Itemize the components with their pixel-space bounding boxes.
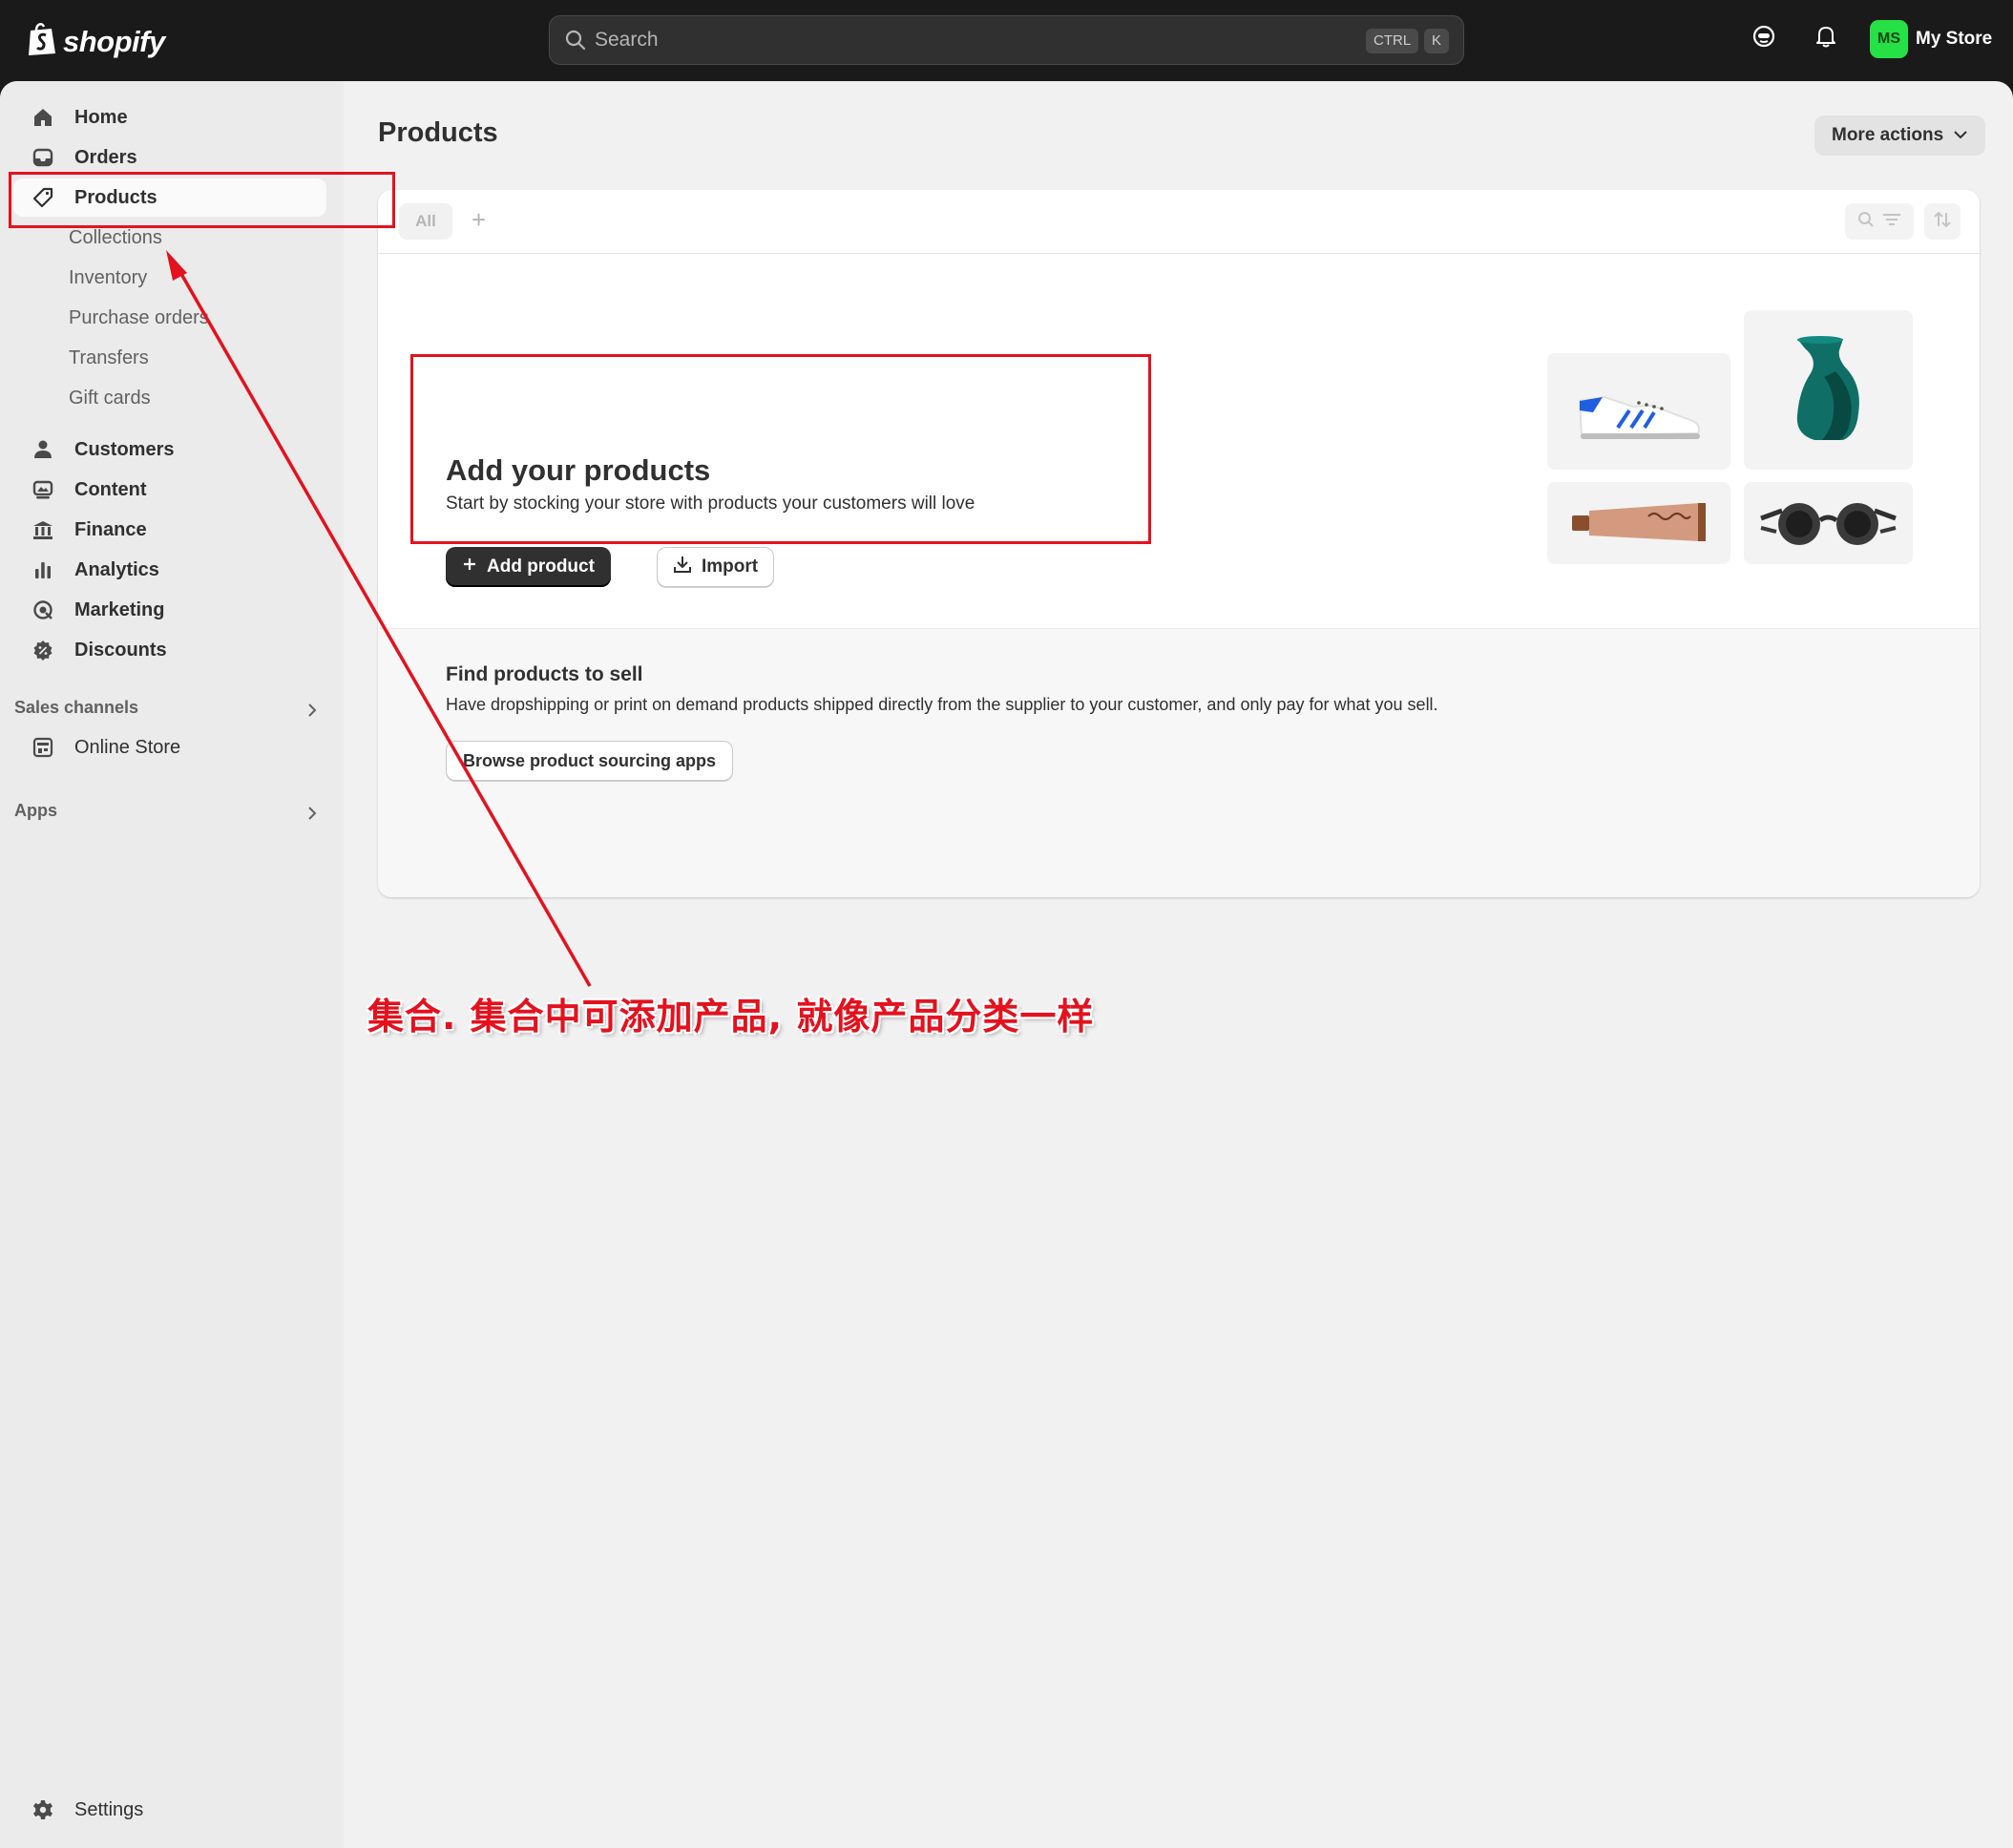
sidebar-subitem-transfers[interactable]: Transfers [69,347,149,369]
chevron-down-icon [1953,125,1968,146]
browse-sourcing-apps-button[interactable]: Browse product sourcing apps [446,741,734,781]
filter-icon [1882,212,1901,232]
sidebar-item-label: Settings [74,1798,144,1820]
download-icon [673,555,692,579]
sales-channels-heading[interactable]: Sales channels [14,698,138,718]
search-icon [565,30,586,55]
sidebar-item-settings[interactable]: Settings [13,1791,326,1829]
sidebar-item-label: Discounts [74,639,167,661]
find-products-description: Have dropshipping or print on demand pro… [446,695,1438,714]
target-icon [31,598,55,622]
person-icon [31,437,55,462]
plus-icon [462,556,477,578]
sidebar-item-customers[interactable]: Customers [13,430,326,469]
store-switcher[interactable]: MS My Store [1870,20,1992,58]
inbox-icon [31,145,55,170]
top-bar: shopify Search CTRL K MS My Store [0,0,2013,81]
tube-illustration [1547,482,1730,564]
view-tabs: All + [378,190,1980,254]
chevron-right-icon[interactable] [305,702,319,724]
vase-illustration [1744,310,1913,470]
shortcut-ctrl-key: CTRL [1366,29,1419,53]
search-filter-button[interactable] [1845,203,1914,240]
sidebar-item-label: Orders [74,146,137,168]
admin-frame: Home Orders Products Collections Invento… [0,81,2013,1848]
image-icon [31,477,55,502]
sidebar-item-finance[interactable]: Finance [13,511,326,549]
sidebar-item-orders[interactable]: Orders [13,138,326,177]
find-products-section: Find products to sell Have dropshipping … [378,628,1980,897]
sidebar-subitem-gift-cards[interactable]: Gift cards [69,388,151,410]
sidebar: Home Orders Products Collections Invento… [0,81,344,1848]
sidebar-item-analytics[interactable]: Analytics [13,551,326,589]
sidekick-icon[interactable] [1752,25,1775,52]
sidebar-item-label: Customers [74,438,175,460]
store-name: My Store [1916,29,1993,49]
sidebar-subitem-collections[interactable]: Collections [69,227,162,249]
shopify-logo[interactable]: shopify [27,21,165,62]
sidebar-item-online-store[interactable]: Online Store [13,728,326,766]
shopify-bag-icon [27,21,57,62]
sidebar-item-discounts[interactable]: Discounts [13,631,326,669]
sidebar-subitem-purchase-orders[interactable]: Purchase orders [69,307,209,329]
logo-text: shopify [63,24,165,58]
shortcut-k-key: K [1424,29,1450,53]
sunglasses-illustration [1744,482,1913,564]
add-product-label: Add product [487,556,595,577]
sidebar-item-label: Analytics [74,558,159,580]
sidebar-item-home[interactable]: Home [13,98,326,136]
add-product-button[interactable]: Add product [446,547,611,587]
add-view-button[interactable]: + [472,205,486,235]
sidebar-item-label: Content [74,478,147,500]
import-button[interactable]: Import [657,547,775,587]
tab-all[interactable]: All [399,203,452,240]
page-title: Products [378,117,498,148]
highlight-box-add-products [410,354,1151,544]
gear-icon [31,1797,55,1822]
chevron-right-icon[interactable] [305,805,319,827]
sidebar-item-label: Home [74,106,128,128]
bell-icon[interactable] [1815,25,1836,52]
search-icon [1857,211,1875,233]
bank-icon [31,517,55,542]
more-actions-button[interactable]: More actions [1814,116,1986,156]
home-icon [31,105,55,130]
more-actions-label: More actions [1832,125,1944,145]
main-content: Products More actions All + Add your pro… [344,81,2013,1848]
sidebar-subitem-inventory[interactable]: Inventory [69,267,147,289]
highlight-box-products [9,172,395,228]
store-avatar: MS [1870,20,1908,58]
sidebar-item-label: Finance [74,518,147,540]
discount-icon [31,638,55,662]
search-placeholder: Search [595,29,659,51]
sneaker-illustration [1547,353,1730,470]
sidebar-item-marketing[interactable]: Marketing [13,591,326,629]
sidebar-item-label: Online Store [74,736,181,758]
annotation-text: 集合. 集合中可添加产品, 就像产品分类一样 [367,996,1095,1038]
sidebar-item-label: Marketing [74,598,165,620]
sort-icon [1933,210,1952,234]
import-label: Import [702,556,759,577]
bar-chart-icon [31,557,55,582]
search-bar[interactable]: Search CTRL K [549,15,1464,65]
sidebar-item-content[interactable]: Content [13,471,326,509]
store-icon [31,735,55,760]
find-products-title: Find products to sell [446,663,643,685]
sort-button[interactable] [1924,203,1961,240]
apps-heading[interactable]: Apps [14,801,57,821]
